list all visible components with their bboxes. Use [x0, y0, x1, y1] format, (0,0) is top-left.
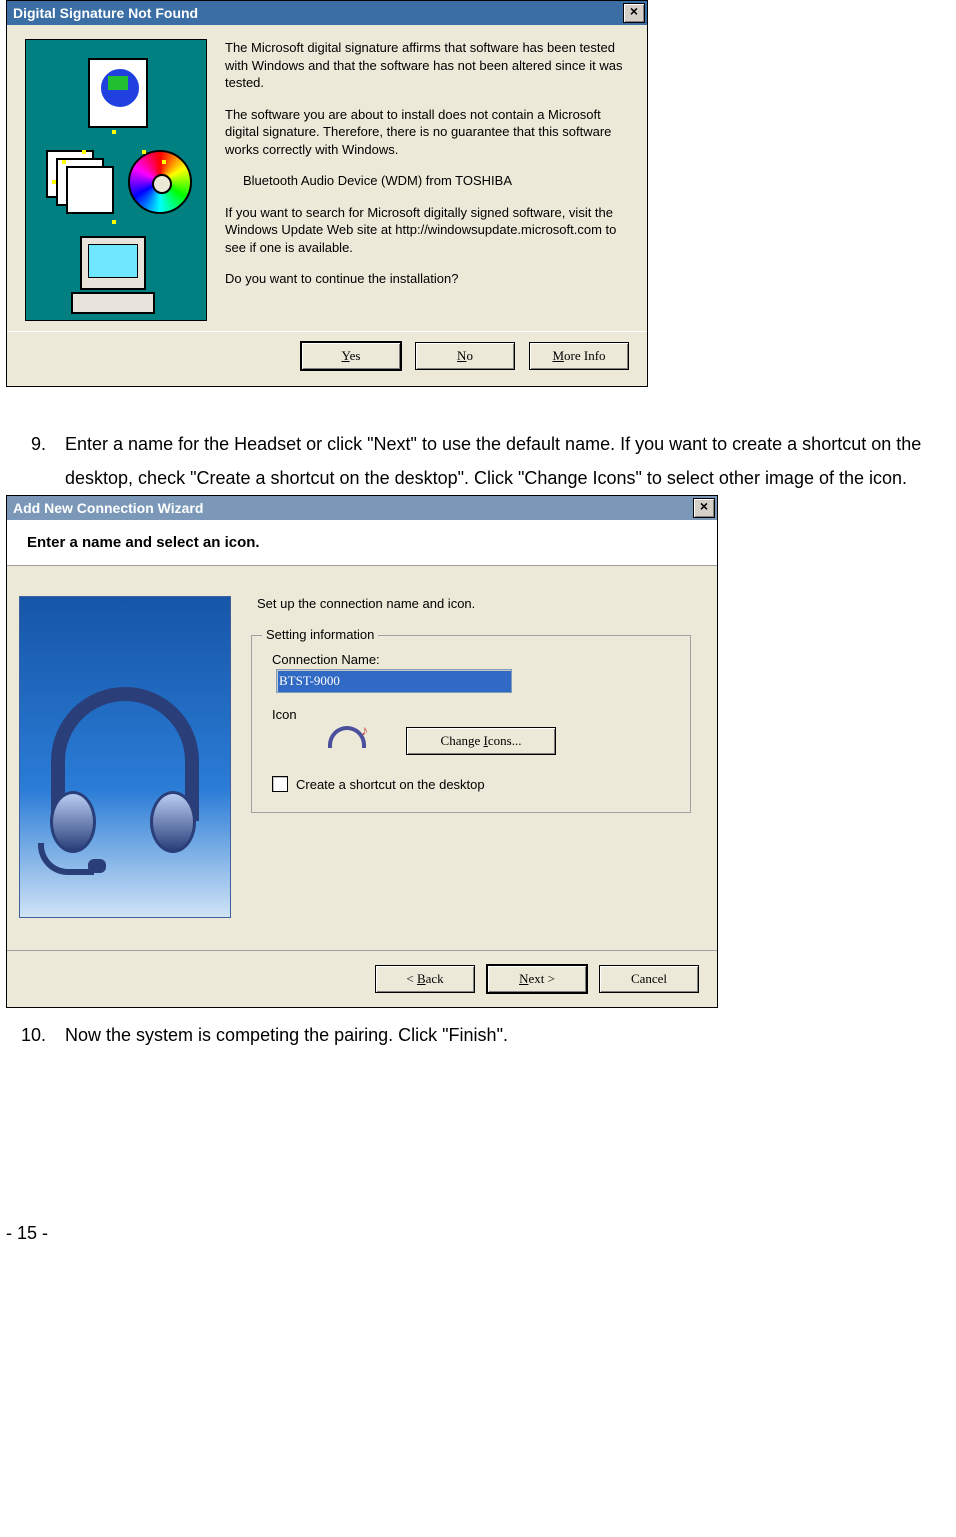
dialog-title: Digital Signature Not Found — [13, 5, 198, 21]
no-button[interactable]: No — [415, 342, 515, 370]
message-para-2: The software you are about to install do… — [225, 106, 629, 159]
add-connection-wizard: Add New Connection Wizard × Enter a name… — [6, 495, 718, 1008]
wizard-titlebar[interactable]: Add New Connection Wizard × — [7, 496, 717, 520]
setting-information-group: Setting information Connection Name: Ico… — [251, 635, 691, 813]
headset-icon — [50, 687, 200, 877]
step-number: 9. — [6, 427, 46, 461]
step-10: 10. Now the system is competing the pair… — [6, 1018, 950, 1052]
cd-icon — [128, 150, 192, 214]
step-text: Now the system is competing the pairing.… — [65, 1018, 945, 1052]
shortcut-label: Create a shortcut on the desktop — [296, 777, 485, 792]
shortcut-checkbox[interactable] — [272, 776, 288, 792]
audio-headset-icon: ♪ — [328, 724, 366, 758]
message-para-3: If you want to search for Microsoft digi… — [225, 204, 629, 257]
message-para-1: The Microsoft digital signature affirms … — [225, 39, 629, 92]
page-number: - 15 - — [6, 1223, 950, 1244]
connection-name-input[interactable] — [276, 669, 512, 693]
close-icon[interactable]: × — [623, 3, 645, 23]
icon-label: Icon — [272, 707, 674, 722]
dialog-button-row: Yes No More Info — [7, 331, 647, 386]
back-button[interactable]: < Back — [375, 965, 475, 993]
wizard-button-row: < Back Next > Cancel — [7, 950, 717, 1007]
signature-graphic — [25, 39, 207, 321]
close-icon[interactable]: × — [693, 498, 715, 518]
step-9: 9. Enter a name for the Headset or click… — [6, 427, 950, 495]
message-para-4: Do you want to continue the installation… — [225, 270, 629, 288]
more-info-button[interactable]: More Info — [529, 342, 629, 370]
dialog-titlebar[interactable]: Digital Signature Not Found × — [7, 1, 647, 25]
dialog-message: The Microsoft digital signature affirms … — [225, 39, 629, 321]
wizard-graphic — [19, 596, 231, 918]
connection-name-label: Connection Name: — [272, 652, 674, 667]
change-icons-button[interactable]: Change Icons... — [406, 727, 556, 755]
yes-button[interactable]: Yes — [301, 342, 401, 370]
computer-icon — [70, 236, 156, 310]
wizard-instruction: Set up the connection name and icon. — [257, 596, 691, 611]
wizard-title: Add New Connection Wizard — [13, 500, 203, 516]
cancel-button[interactable]: Cancel — [599, 965, 699, 993]
group-legend: Setting information — [262, 627, 378, 642]
step-number: 10. — [6, 1018, 46, 1052]
device-name: Bluetooth Audio Device (WDM) from TOSHIB… — [225, 172, 629, 190]
wizard-header: Enter a name and select an icon. — [7, 520, 717, 566]
step-text: Enter a name for the Headset or click "N… — [65, 427, 945, 495]
next-button[interactable]: Next > — [487, 965, 587, 993]
digital-signature-dialog: Digital Signature Not Found × The Micros… — [6, 0, 648, 387]
